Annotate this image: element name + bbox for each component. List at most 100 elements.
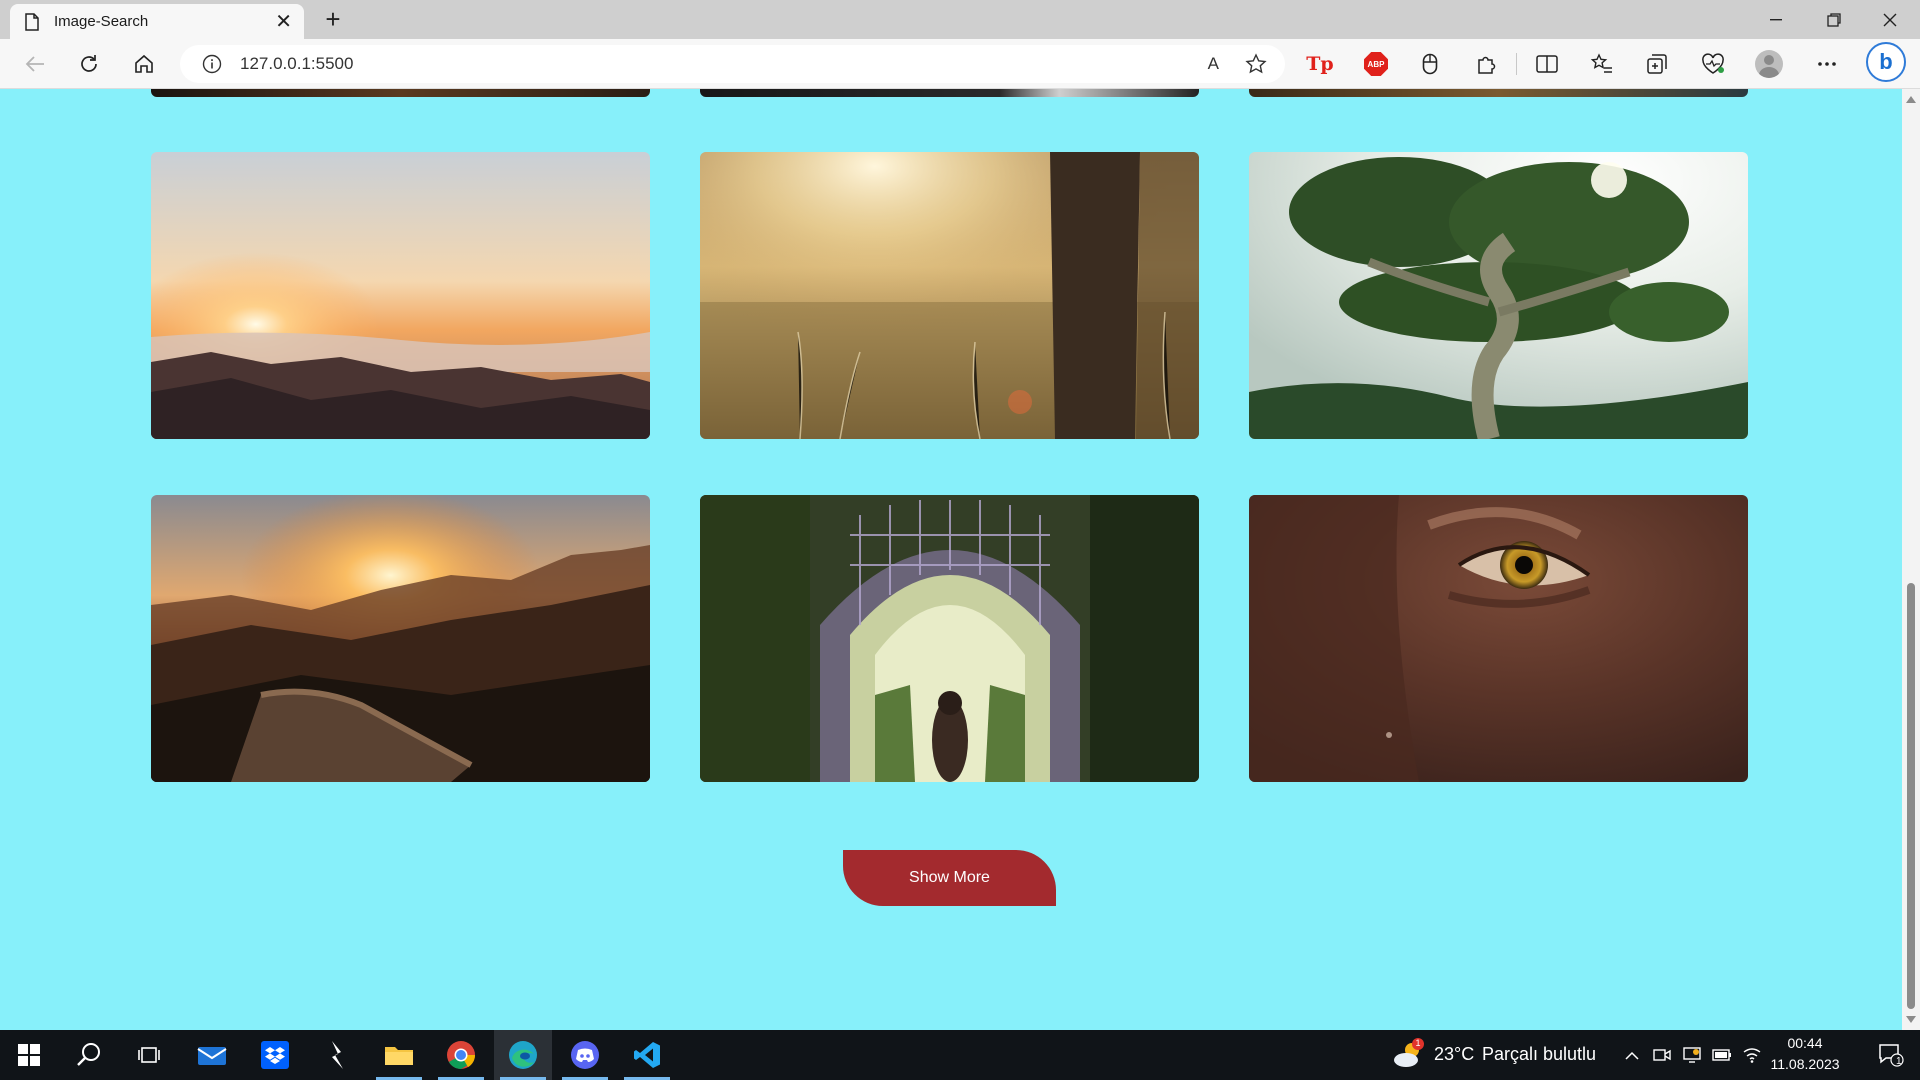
browser-essentials-button[interactable]	[1696, 47, 1730, 81]
dropbox-icon	[261, 1041, 289, 1069]
close-window-button[interactable]	[1862, 0, 1918, 39]
home-button[interactable]	[127, 47, 161, 81]
weather-description[interactable]: Parçalı bulutlu	[1482, 1044, 1596, 1065]
collections-button[interactable]	[1640, 47, 1674, 81]
image-card[interactable]	[151, 495, 650, 782]
dropbox-app-button[interactable]	[246, 1030, 304, 1080]
network-status-button[interactable]	[1738, 1030, 1766, 1080]
browser-tab[interactable]: Image-Search ✕	[10, 4, 304, 39]
image-card[interactable]	[1249, 152, 1748, 439]
tray-meet-now-button[interactable]	[1648, 1030, 1676, 1080]
browser-tab-bar: Image-Search ✕ +	[0, 0, 1920, 39]
mouse-icon	[1422, 53, 1438, 75]
restore-icon	[1827, 12, 1841, 27]
bing-copilot-button[interactable]: b	[1866, 42, 1906, 82]
partial-image-card[interactable]	[151, 89, 650, 97]
battery-icon	[1712, 1049, 1731, 1061]
discord-icon	[571, 1041, 599, 1069]
extensions-button[interactable]	[1469, 47, 1503, 81]
browser-toolbar: 127.0.0.1:5500 A Tp ABP	[0, 39, 1920, 89]
vscode-app-button[interactable]	[618, 1030, 676, 1080]
translate-extension-button[interactable]: Tp	[1303, 47, 1337, 81]
refresh-icon	[81, 55, 97, 72]
image-card[interactable]	[1249, 495, 1748, 782]
show-more-button[interactable]: Show More	[843, 850, 1056, 906]
favorites-icon	[1590, 53, 1612, 73]
file-explorer-button[interactable]	[370, 1030, 428, 1080]
read-aloud-icon[interactable]: A	[1208, 54, 1219, 74]
tray-security-button[interactable]	[1678, 1030, 1706, 1080]
weather-widget-icon[interactable]: 1	[1392, 1038, 1426, 1072]
adblock-icon: ABP	[1364, 52, 1388, 76]
chrome-app-button[interactable]	[432, 1030, 490, 1080]
close-icon	[1883, 13, 1897, 26]
tp-extension-icon: Tp	[1306, 53, 1334, 75]
favorite-star-icon[interactable]	[1245, 53, 1267, 75]
folder-icon	[385, 1047, 413, 1065]
home-icon	[135, 54, 153, 73]
wifi-icon	[1743, 1048, 1761, 1063]
edge-app-button[interactable]	[494, 1030, 552, 1080]
image-card[interactable]	[700, 152, 1199, 439]
weather-temperature[interactable]: 23°C	[1434, 1044, 1474, 1065]
chrome-icon	[447, 1041, 475, 1069]
image-card[interactable]	[151, 152, 650, 439]
garden-archway-image	[700, 495, 1199, 782]
split-screen-icon	[1536, 55, 1558, 73]
new-tab-button[interactable]: +	[318, 6, 348, 34]
page-icon	[25, 12, 39, 31]
minimize-icon	[1770, 18, 1782, 20]
restore-button[interactable]	[1806, 0, 1862, 39]
collections-icon	[1647, 54, 1667, 74]
puzzle-icon	[1478, 56, 1496, 74]
clock-time: 00:44	[1787, 1035, 1823, 1051]
sunset-clouds-image	[151, 152, 650, 439]
page-scrollbar[interactable]	[1902, 89, 1920, 1030]
great-wall-sunset-image	[151, 495, 650, 782]
tab-close-icon[interactable]: ✕	[275, 12, 292, 32]
mail-app-button[interactable]	[183, 1030, 241, 1080]
camera-icon	[1653, 1049, 1671, 1061]
bing-icon: b	[1879, 49, 1893, 74]
start-button[interactable]	[0, 1030, 58, 1080]
mouse-extension-button[interactable]	[1413, 47, 1447, 81]
toolbar-divider	[1516, 53, 1517, 75]
back-button[interactable]	[18, 47, 52, 81]
adblock-extension-button[interactable]: ABP	[1359, 47, 1393, 81]
site-info-icon[interactable]	[202, 54, 222, 74]
refresh-button[interactable]	[72, 47, 106, 81]
heart-pulse-icon	[1702, 53, 1724, 74]
eye-closeup-image	[1249, 495, 1748, 782]
partial-image-card[interactable]	[700, 89, 1199, 97]
scroll-down-arrow-icon[interactable]	[1906, 1016, 1916, 1023]
image-card[interactable]	[700, 495, 1199, 782]
back-arrow-icon	[25, 56, 44, 72]
vscode-icon	[634, 1042, 660, 1068]
taskbar-clock[interactable]: 00:44 11.08.2023	[1766, 1033, 1844, 1075]
discord-app-button[interactable]	[556, 1030, 614, 1080]
address-bar[interactable]: 127.0.0.1:5500 A	[180, 45, 1285, 83]
task-view-icon	[138, 1047, 160, 1063]
edge-icon	[509, 1041, 537, 1069]
notification-center-button[interactable]: 1	[1862, 1030, 1920, 1080]
url-text[interactable]: 127.0.0.1:5500	[240, 54, 353, 74]
minimize-button[interactable]	[1748, 0, 1804, 39]
partial-image-card[interactable]	[1249, 89, 1748, 97]
windows-taskbar: 1 23°C Parçalı bulutlu 00:44 11.08.2023 …	[0, 1030, 1920, 1080]
battery-status-button[interactable]	[1708, 1030, 1736, 1080]
mail-icon	[197, 1047, 227, 1065]
show-hidden-icons-button[interactable]	[1618, 1030, 1646, 1080]
scroll-up-arrow-icon[interactable]	[1906, 96, 1916, 103]
favorites-button[interactable]	[1585, 47, 1619, 81]
split-screen-button[interactable]	[1530, 47, 1564, 81]
windows-logo-icon	[18, 1044, 40, 1066]
chevron-up-icon	[1625, 1051, 1639, 1060]
search-button[interactable]	[60, 1030, 118, 1080]
settings-menu-button[interactable]	[1810, 47, 1844, 81]
app-launcher-button[interactable]	[308, 1030, 366, 1080]
profile-button[interactable]	[1752, 47, 1786, 81]
monitor-alert-icon	[1683, 1047, 1701, 1063]
clock-date: 11.08.2023	[1770, 1056, 1840, 1072]
scrollbar-thumb[interactable]	[1907, 583, 1915, 1009]
task-view-button[interactable]	[120, 1030, 178, 1080]
